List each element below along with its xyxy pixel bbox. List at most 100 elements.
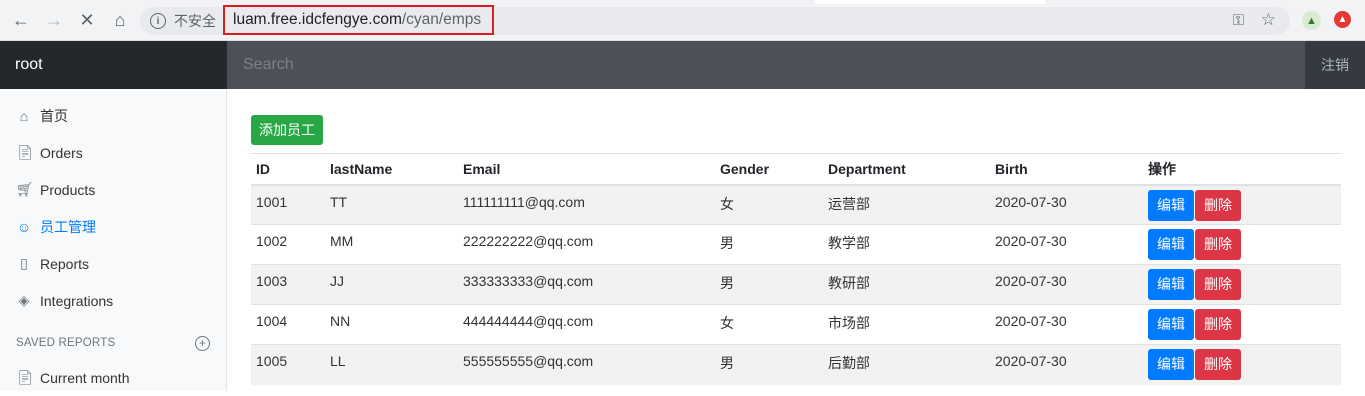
cell-email: 111111111@qq.com	[458, 184, 715, 225]
users-icon: ☺	[16, 218, 32, 235]
cell-department: 后勤部	[823, 344, 990, 385]
cell-birth: 2020-07-30	[990, 344, 1143, 385]
delete-button[interactable]: 删除	[1195, 309, 1241, 340]
cell-department: 市场部	[823, 304, 990, 345]
sidebar-item-current-month[interactable]: 📄︎ Current month	[0, 359, 226, 396]
edit-button[interactable]: 编辑	[1148, 189, 1194, 221]
sidebar-item-orders[interactable]: 📄︎ Orders	[0, 134, 226, 171]
cell-gender: 男	[715, 344, 823, 385]
table-row: 1001 TT 111111111@qq.com 女 运营部 2020-07-3…	[251, 184, 1341, 225]
delete-button[interactable]: 删除	[1195, 269, 1241, 300]
sidebar-item-employees[interactable]: ☺ 员工管理	[0, 208, 226, 245]
sidebar-item-products[interactable]: 🛒︎ Products	[0, 171, 226, 208]
home-icon: ⌂	[19, 107, 29, 124]
saved-reports-heading: SAVED REPORTS +	[0, 331, 226, 355]
search-input[interactable]	[227, 41, 1305, 89]
cell-actions: 编辑 删除	[1143, 224, 1341, 265]
cell-lastname: JJ	[325, 264, 458, 305]
tab-strip-gap	[815, 0, 1045, 4]
cell-id: 1002	[251, 224, 325, 265]
employee-table: ID lastName Email Gender Department Birt…	[251, 153, 1341, 385]
url-host: luam.free.idcfengye.com	[233, 11, 402, 28]
cell-id: 1001	[251, 184, 325, 225]
file-text-icon: 📄︎	[16, 369, 34, 385]
table-header-row: ID lastName Email Gender Department Birt…	[251, 153, 1341, 186]
address-bar[interactable]: i 不安全 luam.free.idcfengye.com/cyan/emps …	[140, 5, 1290, 35]
extension-alert-icon[interactable]: ▲	[1334, 11, 1351, 28]
cell-birth: 2020-07-30	[990, 304, 1143, 345]
cell-lastname: LL	[325, 344, 458, 385]
sidebar-item-label: 首页	[40, 107, 68, 124]
edit-button[interactable]: 编辑	[1148, 269, 1194, 300]
layers-icon: ◈	[18, 292, 30, 308]
table-row: 1002 MM 222222222@qq.com 男 教学部 2020-07-3…	[251, 224, 1341, 265]
back-icon[interactable]: ←	[9, 8, 33, 32]
cell-department: 教研部	[823, 264, 990, 305]
url-path: /cyan/emps	[401, 11, 482, 28]
cell-birth: 2020-07-30	[990, 184, 1143, 225]
saved-reports-label: SAVED REPORTS	[16, 337, 116, 349]
cell-actions: 编辑 删除	[1143, 264, 1341, 305]
extension-icon[interactable]: ▲	[1302, 11, 1321, 30]
sidebar-item-label: Integrations	[40, 292, 114, 309]
cell-department: 教学部	[823, 224, 990, 265]
sidebar-item-home[interactable]: ⌂ 首页	[0, 97, 226, 134]
sidebar-item-label: Orders	[40, 144, 83, 161]
add-report-icon[interactable]: +	[195, 335, 210, 351]
home-button-icon[interactable]: ⌂	[108, 8, 132, 32]
file-icon: 📄︎	[16, 144, 34, 160]
cell-id: 1003	[251, 264, 325, 305]
key-icon[interactable]: ⚿	[1233, 12, 1244, 29]
forward-icon[interactable]: →	[42, 8, 66, 32]
insecure-label: 不安全	[174, 13, 216, 29]
brand-name[interactable]: root	[0, 41, 227, 89]
delete-button[interactable]: 删除	[1195, 189, 1241, 221]
cell-email: 555555555@qq.com	[458, 344, 715, 385]
cell-email: 333333333@qq.com	[458, 264, 715, 305]
top-navbar: root 注销	[0, 41, 1365, 89]
delete-button[interactable]: 删除	[1195, 349, 1241, 380]
cell-birth: 2020-07-30	[990, 224, 1143, 265]
sidebar: ⌂ 首页 📄︎ Orders 🛒︎ Products ☺ 员工管理 ▯ Repo…	[0, 89, 227, 391]
sidebar-item-integrations[interactable]: ◈ Integrations	[0, 282, 226, 319]
table-row: 1003 JJ 333333333@qq.com 男 教研部 2020-07-3…	[251, 264, 1341, 305]
stop-loading-icon[interactable]: ✕	[75, 8, 99, 32]
cell-id: 1005	[251, 344, 325, 385]
cell-birth: 2020-07-30	[990, 264, 1143, 305]
bar-chart-icon: ▯	[20, 255, 28, 271]
header-actions: 操作	[1143, 153, 1341, 186]
sidebar-item-label: 员工管理	[40, 218, 96, 235]
header-department: Department	[823, 153, 990, 186]
site-info-icon[interactable]: i	[150, 13, 166, 29]
cell-gender: 男	[715, 224, 823, 265]
cell-actions: 编辑 删除	[1143, 304, 1341, 345]
edit-button[interactable]: 编辑	[1148, 309, 1194, 340]
cell-lastname: NN	[325, 304, 458, 345]
bookmark-star-icon[interactable]: ☆	[1261, 10, 1276, 30]
cell-lastname: MM	[325, 224, 458, 265]
add-employee-button[interactable]: 添加员工	[251, 115, 323, 145]
header-birth: Birth	[990, 153, 1143, 186]
cell-email: 444444444@qq.com	[458, 304, 715, 345]
sidebar-item-label: Reports	[40, 255, 90, 272]
url-text[interactable]: luam.free.idcfengye.com/cyan/emps	[223, 5, 494, 35]
cell-actions: 编辑 删除	[1143, 344, 1341, 385]
browser-toolbar: ← → ✕ ⌂ i 不安全 luam.free.idcfengye.com/cy…	[0, 0, 1365, 41]
cell-gender: 女	[715, 304, 823, 345]
delete-button[interactable]: 删除	[1195, 229, 1241, 260]
cart-icon: 🛒︎	[16, 181, 34, 197]
edit-button[interactable]: 编辑	[1148, 349, 1194, 380]
edit-button[interactable]: 编辑	[1148, 229, 1194, 260]
header-gender: Gender	[715, 153, 823, 186]
cell-email: 222222222@qq.com	[458, 224, 715, 265]
cell-actions: 编辑 删除	[1143, 184, 1341, 225]
main-content: 添加员工 ID lastName Email Gender Department…	[227, 89, 1365, 391]
sidebar-item-reports[interactable]: ▯ Reports	[0, 245, 226, 282]
logout-link[interactable]: 注销	[1305, 41, 1365, 89]
sidebar-item-label: Current month	[40, 369, 130, 386]
header-id: ID	[251, 153, 325, 186]
header-lastname: lastName	[325, 153, 458, 186]
cell-gender: 男	[715, 264, 823, 305]
cell-id: 1004	[251, 304, 325, 345]
cell-gender: 女	[715, 184, 823, 225]
